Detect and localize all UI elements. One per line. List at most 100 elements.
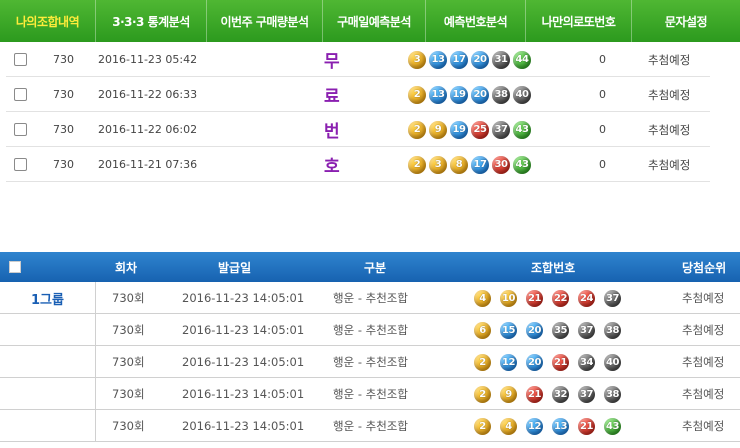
match-count: 0: [599, 158, 606, 171]
lotto-ball: 13: [552, 417, 569, 435]
group-label: 1그룹: [31, 292, 64, 308]
nav-tab-purchase-date[interactable]: 구매일예측분석: [323, 0, 426, 42]
recent-combination-list: 730 2016-11-23 05:42 무 3 13 17 20 31 44 0 추첨예…: [6, 42, 710, 182]
lotto-ball: 19: [450, 85, 468, 104]
lotto-ball: 44: [513, 50, 531, 69]
free-number-label: 료: [324, 87, 340, 107]
round-number: 730회: [112, 387, 145, 401]
lotto-ball: 30: [492, 155, 510, 174]
lotto-ball: 2: [408, 120, 426, 139]
header-type: 구분: [364, 260, 387, 275]
round-number: 730회: [112, 323, 145, 337]
table-row: 730회 2016-11-23 14:05:01 행운 - 추천조합 6 15 20…: [0, 314, 740, 346]
nav-tab-predicted-numbers[interactable]: 예측번호분석: [426, 0, 526, 42]
ball-set: 2 3 8 17 30 43: [408, 147, 534, 182]
rank-status: 추첨예정: [682, 419, 725, 433]
issue-date: 2016-11-23 14:05:01: [182, 419, 305, 433]
lotto-ball: 37: [578, 385, 595, 403]
table-row: 730회 2016-11-23 14:05:01 행운 - 추천조합 2 9 21 3…: [0, 378, 740, 410]
row-checkbox[interactable]: [14, 158, 27, 171]
lotto-ball: 37: [604, 289, 621, 307]
lotto-ball: 25: [471, 120, 489, 139]
row-checkbox[interactable]: [14, 53, 27, 66]
ball-set: 4 10 21 22 24 37: [474, 282, 630, 314]
nav-tab-my-combinations[interactable]: 나의조합내역: [0, 0, 96, 42]
list-item: 730 2016-11-22 06:33 료 2 13 19 20 38 40 0 추첨예…: [6, 77, 710, 112]
match-count: 0: [599, 53, 606, 66]
draw-status: 추첨예정: [648, 157, 691, 172]
issue-date: 2016-11-22 06:33: [98, 88, 198, 101]
lotto-ball: 43: [513, 155, 531, 174]
lotto-ball: 31: [492, 50, 510, 69]
lotto-ball: 21: [578, 417, 595, 435]
lotto-ball: 22: [552, 289, 569, 307]
lotto-ball: 37: [578, 321, 595, 339]
lotto-ball: 40: [604, 353, 621, 371]
issue-date: 2016-11-23 05:42: [98, 53, 198, 66]
ball-set: 2 4 12 13 21 43: [474, 410, 630, 442]
top-nav: 나의조합내역 3·3·3 통계분석 이번주 구매량분석 구매일예측분석 예측번호…: [0, 0, 740, 42]
row-checkbox[interactable]: [14, 123, 27, 136]
nav-tab-333-stats[interactable]: 3·3·3 통계분석: [96, 0, 207, 42]
round-number: 730회: [112, 419, 145, 433]
ball-set: 6 15 20 35 37 38: [474, 314, 630, 346]
select-all-checkbox[interactable]: [9, 261, 21, 273]
lotto-ball: 15: [500, 321, 517, 339]
rank-status: 추첨예정: [682, 387, 725, 401]
round-number: 730회: [112, 355, 145, 369]
lotto-ball: 13: [429, 85, 447, 104]
nav-tab-weekly-purchase[interactable]: 이번주 구매량분석: [207, 0, 323, 42]
rank-status: 추첨예정: [682, 323, 725, 337]
nav-tab-my-lotto[interactable]: 나만의로또번호: [526, 0, 632, 42]
issue-date: 2016-11-23 14:05:01: [182, 323, 305, 337]
lotto-ball: 38: [492, 85, 510, 104]
lotto-ball: 35: [552, 321, 569, 339]
lotto-ball: 3: [408, 50, 426, 69]
issue-date: 2016-11-22 06:02: [98, 123, 198, 136]
lotto-ball: 38: [604, 385, 621, 403]
lotto-ball: 43: [604, 417, 621, 435]
row-checkbox[interactable]: [14, 88, 27, 101]
lotto-ball: 40: [513, 85, 531, 104]
lotto-ball: 20: [526, 321, 543, 339]
lotto-ball: 2: [474, 417, 491, 435]
combination-type: 행운 - 추천조합: [333, 291, 408, 305]
lotto-ball: 9: [500, 385, 517, 403]
lotto-ball: 10: [500, 289, 517, 307]
table-header: 회차 발급일 구분 조합번호 당첨순위: [0, 252, 740, 282]
list-item: 730 2016-11-23 05:42 무 3 13 17 20 31 44 0 추첨예…: [6, 42, 710, 77]
issue-date: 2016-11-23 14:05:01: [182, 291, 305, 305]
round-number: 730: [53, 123, 74, 136]
lotto-ball: 21: [526, 385, 543, 403]
lotto-ball: 37: [492, 120, 510, 139]
table-row: 1그룹 730회 2016-11-23 14:05:01 행운 - 추천조합 4…: [0, 282, 740, 314]
lotto-ball: 38: [604, 321, 621, 339]
lotto-ball: 6: [474, 321, 491, 339]
header-round: 회차: [115, 260, 138, 275]
list-item: 730 2016-11-21 07:36 호 2 3 8 17 30 43 0 추첨예정: [6, 147, 710, 182]
lotto-ball: 43: [513, 120, 531, 139]
header-rank: 당첨순위: [682, 260, 727, 275]
ball-set: 3 13 17 20 31 44: [408, 42, 534, 77]
lotto-ball: 34: [578, 353, 595, 371]
free-number-label: 호: [324, 157, 340, 177]
free-number-label: 번: [324, 122, 340, 142]
header-numbers: 조합번호: [531, 260, 576, 275]
issue-date: 2016-11-23 14:05:01: [182, 387, 305, 401]
issue-date: 2016-11-23 14:05:01: [182, 355, 305, 369]
lotto-ball: 4: [500, 417, 517, 435]
list-item: 730 2016-11-22 06:02 번 2 9 19 25 37 43 0 추첨예정: [6, 112, 710, 147]
lotto-ball: 20: [526, 353, 543, 371]
draw-status: 추첨예정: [648, 122, 691, 137]
nav-tab-sms-settings[interactable]: 문자설정: [632, 0, 740, 42]
ball-set: 2 13 19 20 38 40: [408, 77, 534, 112]
round-number: 730회: [112, 291, 145, 305]
lotto-ball: 17: [450, 50, 468, 69]
table-row: 730회 2016-11-23 14:05:01 행운 - 추천조합 2 4 12 1…: [0, 410, 740, 442]
lotto-ball: 2: [408, 155, 426, 174]
match-count: 0: [599, 123, 606, 136]
lotto-ball: 20: [471, 85, 489, 104]
lotto-ball: 21: [526, 289, 543, 307]
round-number: 730: [53, 88, 74, 101]
ball-set: 2 9 21 32 37 38: [474, 378, 630, 410]
